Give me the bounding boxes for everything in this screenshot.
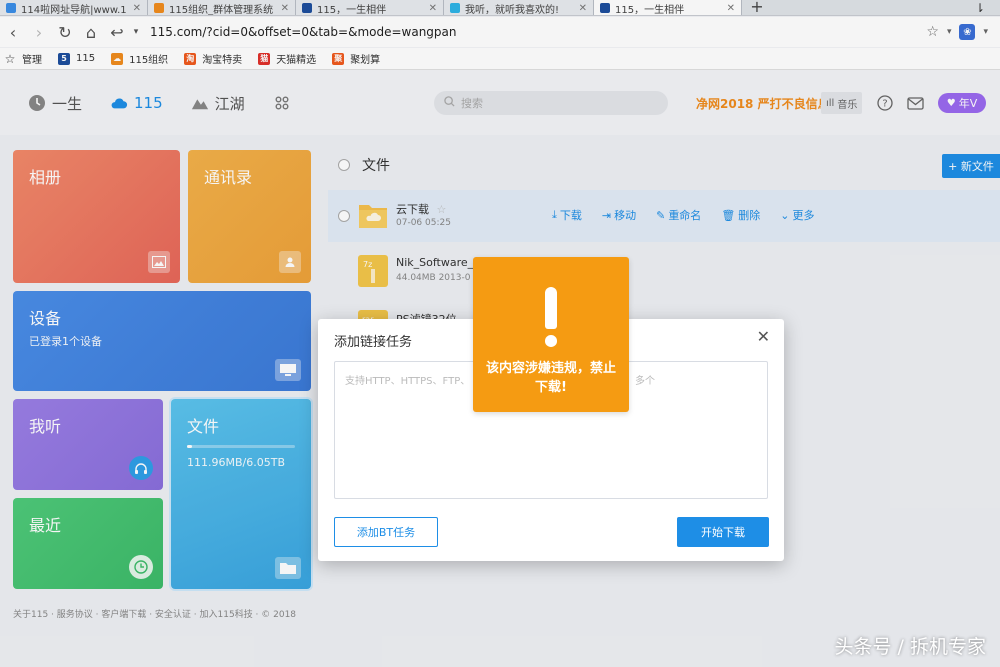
add-bt-task-button[interactable]: 添加BT任务 bbox=[334, 517, 438, 547]
link-input-placeholder: 支持HTTP、HTTPS、FTP、 bbox=[345, 376, 471, 387]
dialog-title: 添加链接任务 bbox=[334, 335, 413, 350]
violation-warning-toast: 该内容涉嫌违规，禁止下载! bbox=[473, 257, 629, 412]
exclamation-icon bbox=[545, 287, 557, 347]
watermark: 头条号 / 拆机专家 bbox=[834, 636, 986, 658]
link-input-placeholder-tail: 多个 bbox=[635, 376, 655, 387]
warning-message: 该内容涉嫌违规，禁止下载! bbox=[486, 361, 617, 395]
close-icon[interactable]: ✕ bbox=[757, 327, 770, 346]
start-download-button[interactable]: 开始下载 bbox=[677, 517, 769, 547]
